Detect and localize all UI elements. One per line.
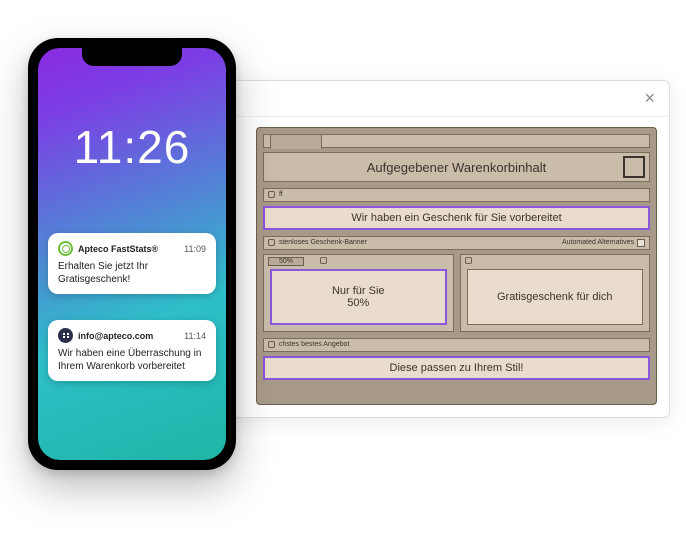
phone-notch bbox=[82, 48, 182, 66]
drag-handle-icon[interactable] bbox=[268, 191, 275, 198]
promo-left-block[interactable]: 50% Nur für Sie 50% bbox=[263, 254, 454, 332]
notification-card[interactable]: info@apteco.com 11:14 Wir haben eine Übe… bbox=[48, 320, 216, 381]
builder-window: × Aufgegebener Warenkorbinhalt ff Wir ha… bbox=[180, 80, 670, 418]
drag-handle-icon[interactable] bbox=[320, 257, 327, 264]
strip-1: ff bbox=[263, 188, 650, 202]
automated-alternatives-label: Automated Alternatives bbox=[562, 237, 634, 249]
promo-right-text: Gratisgeschenk für dich bbox=[497, 291, 613, 303]
strip-3: chstes bestes Angebot bbox=[263, 338, 650, 352]
mail-app-icon bbox=[58, 328, 73, 343]
notification-app-name: info@apteco.com bbox=[78, 331, 153, 341]
notification-time: 11:09 bbox=[184, 244, 206, 254]
style-banner-block[interactable]: Diese passen zu Ihrem Stil! bbox=[263, 356, 650, 380]
discount-tag: 50% bbox=[268, 257, 304, 266]
close-icon[interactable]: × bbox=[644, 88, 655, 109]
lockscreen-clock: 11:26 bbox=[38, 120, 226, 174]
drag-handle-icon[interactable] bbox=[268, 239, 275, 246]
strip-3-left-label: chstes bestes Angebot bbox=[279, 341, 349, 348]
gift-banner-text: Wir haben ein Geschenk für Sie vorbereit… bbox=[351, 212, 561, 224]
promo-right-content: Gratisgeschenk für dich bbox=[467, 269, 644, 325]
notification-app-name: Apteco FastStats® bbox=[78, 244, 158, 254]
promo-right-block[interactable]: Gratisgeschenk für dich bbox=[460, 254, 651, 332]
promo-left-line1: Nur für Sie bbox=[332, 285, 385, 297]
gift-banner-block[interactable]: Wir haben ein Geschenk für Sie vorbereit… bbox=[263, 206, 650, 230]
automated-alternatives-checkbox[interactable] bbox=[637, 239, 645, 247]
builder-tabs[interactable] bbox=[263, 134, 650, 148]
faststats-app-icon bbox=[58, 241, 73, 256]
strip-2-left-label: stenloses Geschenk-Banner bbox=[279, 239, 367, 246]
window-titlebar: × bbox=[181, 81, 669, 117]
phone-screen: 11:26 Apteco FastStats® 11:09 Erhalten S… bbox=[38, 48, 226, 460]
image-placeholder-icon[interactable] bbox=[623, 156, 645, 178]
drag-handle-icon[interactable] bbox=[465, 257, 472, 264]
strip-2: stenloses Geschenk-Banner Automated Alte… bbox=[263, 236, 650, 250]
hero-block[interactable]: Aufgegebener Warenkorbinhalt bbox=[263, 152, 650, 182]
style-banner-text: Diese passen zu Ihrem Stil! bbox=[390, 362, 524, 374]
drag-handle-icon[interactable] bbox=[268, 341, 275, 348]
notification-app: Apteco FastStats® bbox=[58, 241, 158, 256]
promo-left-content: Nur für Sie 50% bbox=[270, 269, 447, 325]
phone-frame: 11:26 Apteco FastStats® 11:09 Erhalten S… bbox=[28, 38, 236, 470]
strip-1-label: ff bbox=[279, 191, 283, 198]
notification-time: 11:14 bbox=[184, 331, 206, 341]
notification-card[interactable]: Apteco FastStats® 11:09 Erhalten Sie jet… bbox=[48, 233, 216, 294]
notification-app: info@apteco.com bbox=[58, 328, 153, 343]
promo-left-line2: 50% bbox=[347, 297, 369, 309]
promo-row: 50% Nur für Sie 50% Gratisgeschenk für d… bbox=[263, 254, 650, 332]
notification-body: Erhalten Sie jetzt Ihr Gratisgeschenk! bbox=[58, 260, 206, 286]
notification-body: Wir haben eine Überraschung in Ihrem War… bbox=[58, 347, 206, 373]
hero-title: Aufgegebener Warenkorbinhalt bbox=[367, 160, 546, 175]
page-builder-canvas: Aufgegebener Warenkorbinhalt ff Wir habe… bbox=[256, 127, 657, 405]
